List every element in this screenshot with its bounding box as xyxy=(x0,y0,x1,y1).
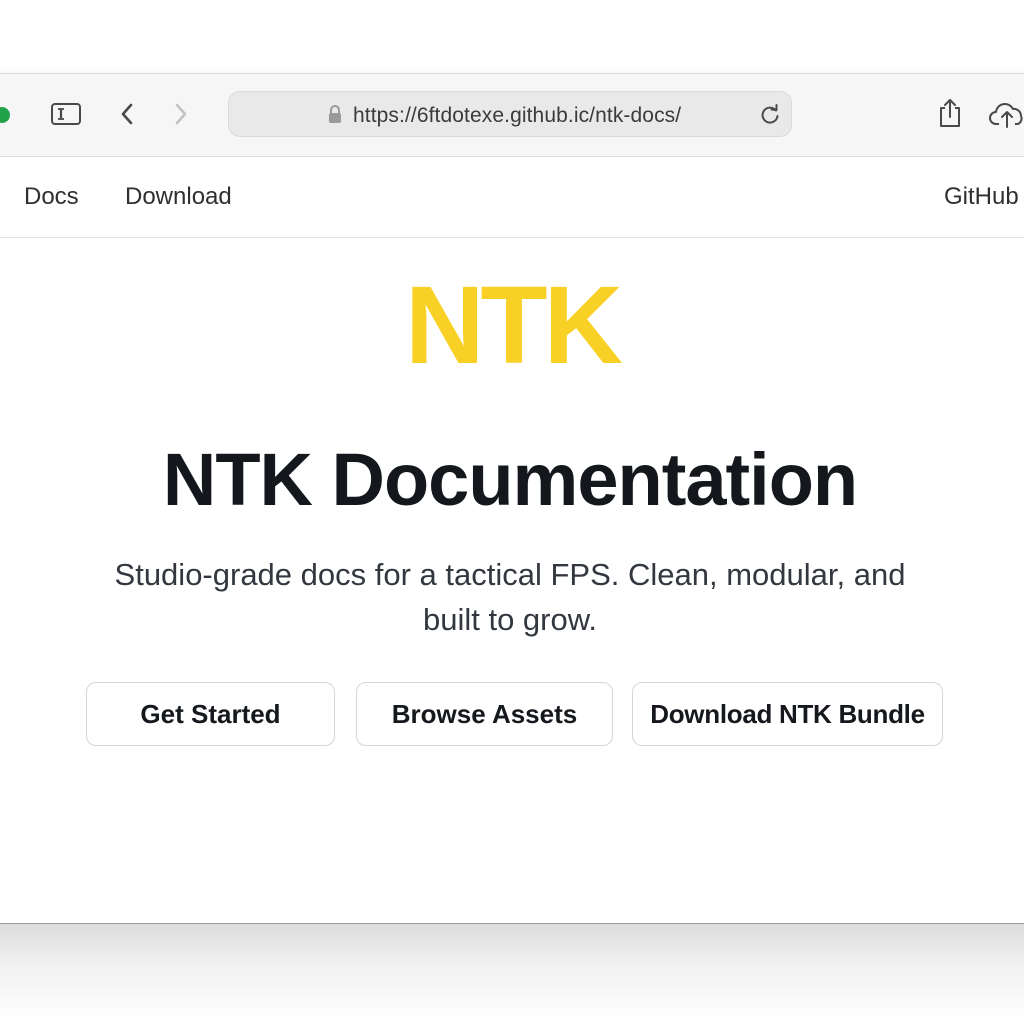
browser-toolbar: https://6ftdotexe.github.ic/ntk-docs/ xyxy=(0,74,1024,157)
share-icon[interactable] xyxy=(934,96,966,130)
site-navbar: Docs Download GitHub xyxy=(0,157,1024,238)
url-text[interactable]: https://6ftdotexe.github.ic/ntk-docs/ xyxy=(353,104,681,128)
nav-link-docs[interactable]: Docs xyxy=(24,183,79,211)
page-subtitle: Studio-grade docs for a tactical FPS. Cl… xyxy=(114,557,906,637)
address-bar[interactable]: https://6ftdotexe.github.ic/ntk-docs/ xyxy=(228,91,792,137)
page-title: NTK Documentation xyxy=(162,438,858,521)
get-started-button[interactable]: Get Started xyxy=(86,682,335,746)
nav-link-download[interactable]: Download xyxy=(125,183,232,211)
download-bundle-button[interactable]: Download NTK Bundle xyxy=(632,682,943,746)
nav-link-github[interactable]: GitHub xyxy=(944,183,1019,211)
reload-icon[interactable] xyxy=(759,104,781,126)
browser-window: https://6ftdotexe.github.ic/ntk-docs/ Do… xyxy=(0,73,1024,925)
chevron-left-icon[interactable] xyxy=(114,100,140,128)
window-shadow xyxy=(0,924,1024,1024)
chevron-right-icon[interactable] xyxy=(168,100,194,128)
screenshot-stage: https://6ftdotexe.github.ic/ntk-docs/ Do… xyxy=(0,0,1024,1024)
sidebar-toggle-icon[interactable] xyxy=(50,100,82,128)
lock-icon xyxy=(327,104,343,124)
cloud-upload-icon[interactable] xyxy=(988,98,1024,130)
browse-assets-button[interactable]: Browse Assets xyxy=(356,682,613,746)
ntk-logo: NTK xyxy=(404,264,623,387)
window-zoom-button[interactable] xyxy=(0,107,10,123)
